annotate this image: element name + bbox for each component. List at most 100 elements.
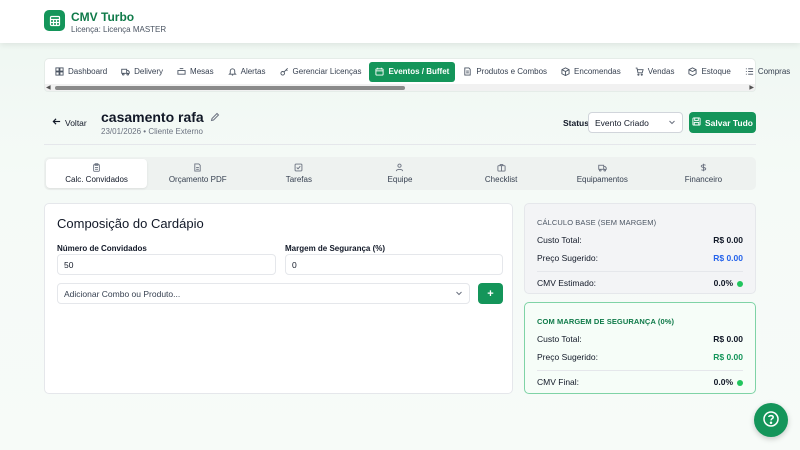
back-button[interactable]: Voltar xyxy=(52,117,87,128)
nav-tab-vendas[interactable]: Vendas xyxy=(629,62,681,82)
clipboard-icon xyxy=(92,163,101,172)
check-square-icon xyxy=(294,163,303,172)
event-sub-tabs: Calc. Convidados Orçamento PDF Tarefas Equi… xyxy=(44,157,756,190)
margin-input[interactable]: 0 xyxy=(285,254,503,275)
nav-tab-label: Compras xyxy=(757,67,791,76)
chevron-down-icon xyxy=(455,289,463,299)
truck-icon xyxy=(598,163,607,172)
suggested-price-label: Preço Sugerido: xyxy=(537,253,598,263)
calc-base-cmv-row: CMV Estimado: 0.0% xyxy=(537,271,743,288)
status-select[interactable]: Evento Criado xyxy=(588,112,683,133)
cmv-label: CMV Estimado: xyxy=(537,278,597,288)
scroll-thumb[interactable] xyxy=(55,86,405,90)
calc-margin-total-row: Custo Total: R$ 0.00 xyxy=(537,334,743,344)
nav-tab-label: Produtos e Combos xyxy=(476,67,548,76)
cmv-value-wrap: 0.0% xyxy=(714,278,743,288)
product-placeholder: Adicionar Combo ou Produto... xyxy=(64,288,181,299)
cart-icon xyxy=(635,67,644,76)
nav-tab-estoque[interactable]: Estoque xyxy=(682,62,736,82)
back-label: Voltar xyxy=(65,117,87,128)
nav-tab-encomendas[interactable]: Encomendas xyxy=(555,62,627,82)
chevron-down-icon xyxy=(668,118,676,128)
guests-input[interactable]: 50 xyxy=(57,254,276,275)
suggested-price-label: Preço Sugerido: xyxy=(537,352,598,362)
event-date: 23/01/2026 xyxy=(101,127,142,136)
nav-tab-eventos-buffet[interactable]: Eventos / Buffet xyxy=(369,61,456,82)
sub-tab-label: Checklist xyxy=(484,175,518,184)
table-icon xyxy=(177,67,186,76)
app-title: CMV Turbo xyxy=(71,10,135,24)
nav-tab-label: Estoque xyxy=(701,67,731,76)
nav-tab-produtos-e-combos[interactable]: Produtos e Combos xyxy=(457,62,553,82)
cmv-final-label: CMV Final: xyxy=(537,377,580,387)
nav-tab-alertas[interactable]: Alertas xyxy=(222,62,272,82)
document-icon xyxy=(463,67,472,76)
nav-tab-mesas[interactable]: Mesas xyxy=(171,62,220,82)
add-product-button[interactable]: + xyxy=(478,283,503,304)
nav-tab-dashboard[interactable]: Dashboard xyxy=(49,62,113,82)
calc-base-panel: CÁLCULO BASE (SEM MARGEM) Custo Total: R… xyxy=(524,203,756,294)
sub-tab-equipamentos[interactable]: Equipamentos xyxy=(552,159,653,188)
status-value: Evento Criado xyxy=(595,117,649,128)
calc-base-total-row: Custo Total: R$ 0.00 xyxy=(537,235,743,245)
sub-tab-financeiro[interactable]: Financeiro xyxy=(653,159,754,188)
nav-tab-delivery[interactable]: Delivery xyxy=(115,62,169,82)
sub-tab-label: Financeiro xyxy=(684,175,723,184)
event-title: casamento rafa xyxy=(101,109,204,125)
bell-icon xyxy=(227,67,237,76)
guests-label: Número de Convidados xyxy=(57,244,147,253)
list-icon xyxy=(745,67,754,76)
scroll-right-icon[interactable]: ▶ xyxy=(749,84,754,92)
sub-tab-checklist[interactable]: Checklist xyxy=(451,159,552,188)
app-header: CMV Turbo Licença: Licença MASTER xyxy=(0,0,800,43)
calc-margin-suggested-row: Preço Sugerido: R$ 0.00 xyxy=(537,352,743,362)
event-meta: 23/01/2026 • Cliente Externo xyxy=(101,127,203,136)
status-dot-icon xyxy=(737,379,743,386)
sub-tab-label: Calc. Convidados xyxy=(65,175,128,184)
package-icon xyxy=(561,67,570,76)
save-all-button[interactable]: Salvar Tudo xyxy=(689,112,756,133)
calc-margin-panel: COM MARGEM DE SEGURANÇA (0%) Custo Total… xyxy=(524,302,756,394)
nav-tab-compras[interactable]: Compras xyxy=(739,62,796,82)
users-icon xyxy=(395,163,404,172)
nav-tab-label: Delivery xyxy=(134,67,164,76)
event-client: Cliente Externo xyxy=(148,127,204,136)
total-cost-label: Custo Total: xyxy=(537,334,582,344)
calendar-icon xyxy=(375,67,384,76)
sub-tab-calc-convidados[interactable]: Calc. Convidados xyxy=(46,159,148,188)
pencil-icon[interactable] xyxy=(210,109,220,125)
nav-tabs: Dashboard Delivery Mesas Alertas Gerenciar L… xyxy=(44,58,790,84)
nav-tab-gerenciar-licen-as[interactable]: Gerenciar Licenças xyxy=(274,62,368,82)
cmv-value: 0.0% xyxy=(713,278,733,288)
box-icon xyxy=(688,67,698,76)
suggested-price-value: R$ 0.00 xyxy=(713,352,743,362)
nav-scrollbar[interactable]: ◀ ▶ xyxy=(44,84,756,92)
license-text: Licença: Licença MASTER xyxy=(71,25,167,34)
truck-icon xyxy=(121,67,130,76)
key-icon xyxy=(279,67,289,76)
calc-base-heading: CÁLCULO BASE (SEM MARGEM) xyxy=(537,218,657,227)
help-icon xyxy=(762,410,780,430)
sub-tab-tarefas[interactable]: Tarefas xyxy=(248,159,349,188)
margin-label: Margem de Segurança (%) xyxy=(285,244,386,253)
product-select[interactable]: Adicionar Combo ou Produto... xyxy=(57,283,470,304)
total-cost-value: R$ 0.00 xyxy=(713,235,743,245)
suggested-price-value: R$ 0.00 xyxy=(713,253,743,263)
sub-tab-or-amento-pdf[interactable]: Orçamento PDF xyxy=(147,159,248,188)
sub-tab-label: Equipe xyxy=(387,175,413,184)
calc-margin-heading: COM MARGEM DE SEGURANÇA (0%) xyxy=(537,317,675,326)
arrow-left-icon xyxy=(52,117,61,128)
calc-base-suggested-row: Preço Sugerido: R$ 0.00 xyxy=(537,253,743,263)
save-icon xyxy=(692,117,701,128)
composition-title: Composição do Cardápio xyxy=(57,216,204,231)
nav-tab-label: Alertas xyxy=(240,67,266,76)
scroll-left-icon[interactable]: ◀ xyxy=(46,84,51,92)
nav-tab-label: Vendas xyxy=(647,67,675,76)
main-nav: Dashboard Delivery Mesas Alertas Gerenciar L… xyxy=(44,58,790,98)
composition-panel: Composição do Cardápio Número de Convida… xyxy=(44,203,513,394)
help-button[interactable] xyxy=(754,403,788,437)
sub-tab-equipe[interactable]: Equipe xyxy=(349,159,450,188)
total-cost-value: R$ 0.00 xyxy=(713,334,743,344)
file-icon xyxy=(193,163,202,172)
briefcase-icon xyxy=(497,163,506,172)
